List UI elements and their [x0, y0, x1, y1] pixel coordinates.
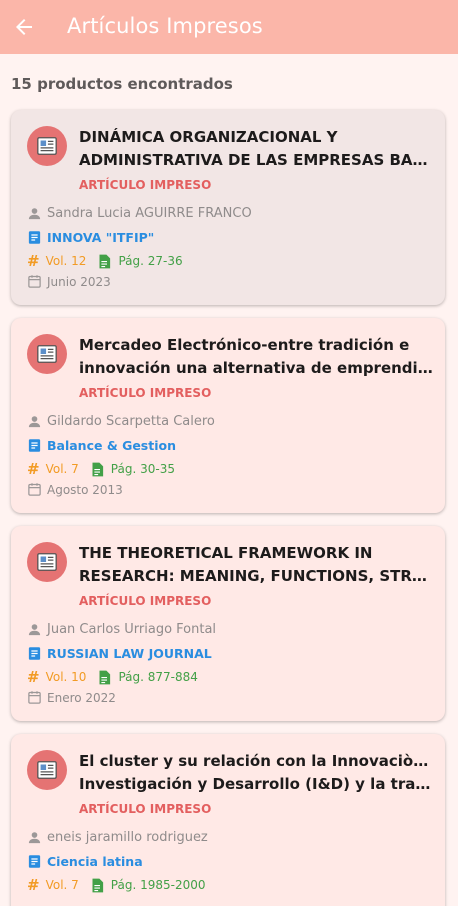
article-list: DINÁMICA ORGANIZACIONAL Y ADMINISTRATIVA…	[11, 110, 445, 906]
date-row: Enero 2022	[27, 690, 116, 705]
article-title: THE THEORETICAL FRAMEWORK IN RESEARCH: M…	[79, 542, 433, 588]
article-title-line1: Mercadeo Electrónico-entre tradición e	[79, 336, 410, 354]
volume: Vol. 10	[45, 670, 87, 684]
file-icon	[99, 254, 111, 268]
article-title-line2: Investigación y Desarrollo (I&D) y la tr…	[79, 775, 433, 793]
article-title: DINÁMICA ORGANIZACIONAL Y ADMINISTRATIVA…	[79, 126, 433, 172]
article-card[interactable]: Mercadeo Electrónico-entre tradición e i…	[11, 318, 445, 513]
file-icon	[92, 878, 103, 892]
article-title-line1: THE THEORETICAL FRAMEWORK IN	[79, 544, 373, 562]
person-icon	[28, 416, 41, 428]
document-icon	[28, 647, 41, 660]
pages: Pág. 877-884	[118, 670, 198, 684]
journal-name: Balance & Gestion	[47, 438, 176, 453]
volume-pages-row: # Vol. 10 Pág. 877-884	[27, 668, 198, 686]
journal-name: RUSSIAN LAW JOURNAL	[47, 646, 212, 661]
article-title-line1: El cluster y su relación con la Innovaci…	[79, 752, 433, 770]
document-icon	[28, 231, 41, 244]
document-icon	[28, 855, 41, 868]
newspaper-icon	[27, 334, 67, 374]
file-icon	[92, 462, 103, 476]
date: Junio 2023	[47, 274, 111, 289]
person-icon	[28, 832, 41, 844]
article-type: ARTÍCULO IMPRESO	[79, 178, 212, 192]
volume-pages-row: # Vol. 7 Pág. 30-35	[27, 460, 175, 478]
author-row: Gildardo Scarpetta Calero	[27, 414, 215, 429]
article-type: ARTÍCULO IMPRESO	[79, 594, 212, 608]
hash-icon: #	[27, 668, 40, 686]
author-row: Sandra Lucia AGUIRRE FRANCO	[27, 206, 252, 221]
page-title: Artículos Impresos	[67, 14, 263, 38]
date-row: Agosto 2013	[27, 482, 123, 497]
author-name: Juan Carlos Urriago Fontal	[47, 622, 217, 637]
results-count: 15 productos encontrados	[11, 75, 233, 93]
article-title-line2: ADMINISTRATIVA DE LAS EMPRESAS BAJO...	[79, 151, 433, 169]
journal-row: Balance & Gestion	[27, 438, 176, 453]
person-icon	[28, 208, 41, 220]
newspaper-icon	[27, 126, 67, 166]
article-title-line2: innovación una alternativa de emprendimi…	[79, 359, 433, 377]
hash-icon: #	[27, 876, 40, 894]
author-row: Juan Carlos Urriago Fontal	[27, 622, 216, 637]
journal-name: Ciencia latina	[47, 854, 143, 869]
volume: Vol. 7	[45, 462, 79, 476]
volume: Vol. 12	[45, 254, 87, 268]
calendar-icon	[28, 275, 41, 288]
article-type: ARTÍCULO IMPRESO	[79, 802, 212, 816]
article-title-line2: RESEARCH: MEANING, FUNCTIONS, STRUC...	[79, 567, 433, 585]
article-type: ARTÍCULO IMPRESO	[79, 386, 212, 400]
volume: Vol. 7	[45, 878, 79, 892]
person-icon	[28, 624, 41, 636]
back-arrow-icon[interactable]	[12, 15, 36, 39]
document-icon	[28, 439, 41, 452]
volume-pages-row: # Vol. 7 Pág. 1985-2000	[27, 876, 206, 894]
article-card[interactable]: DINÁMICA ORGANIZACIONAL Y ADMINISTRATIVA…	[11, 110, 445, 305]
calendar-icon	[28, 691, 41, 704]
date: Enero 2022	[47, 690, 116, 705]
app-bar: Artículos Impresos	[0, 0, 458, 54]
journal-name: INNOVA "ITFIP"	[47, 230, 155, 245]
article-card[interactable]: El cluster y su relación con la Innovaci…	[11, 734, 445, 906]
pages: Pág. 27-36	[118, 254, 183, 268]
journal-row: INNOVA "ITFIP"	[27, 230, 154, 245]
pages: Pág. 30-35	[110, 462, 175, 476]
article-title: El cluster y su relación con la Innovaci…	[79, 750, 433, 796]
article-card[interactable]: THE THEORETICAL FRAMEWORK IN RESEARCH: M…	[11, 526, 445, 721]
author-name: Gildardo Scarpetta Calero	[47, 414, 215, 429]
file-icon	[99, 670, 111, 684]
author-name: eneis jaramillo rodriguez	[47, 830, 208, 845]
author-row: eneis jaramillo rodriguez	[27, 830, 208, 845]
calendar-icon	[28, 483, 41, 496]
date: Agosto 2013	[47, 482, 123, 497]
article-title: Mercadeo Electrónico-entre tradición e i…	[79, 334, 433, 380]
pages: Pág. 1985-2000	[110, 878, 206, 892]
volume-pages-row: # Vol. 12 Pág. 27-36	[27, 252, 183, 270]
journal-row: Ciencia latina	[27, 854, 143, 869]
article-title-line1: DINÁMICA ORGANIZACIONAL Y	[79, 128, 338, 146]
hash-icon: #	[27, 252, 40, 270]
author-name: Sandra Lucia AGUIRRE FRANCO	[47, 206, 252, 221]
newspaper-icon	[27, 542, 67, 582]
journal-row: RUSSIAN LAW JOURNAL	[27, 646, 212, 661]
date-row: Junio 2023	[27, 274, 111, 289]
newspaper-icon	[27, 750, 67, 790]
hash-icon: #	[27, 460, 40, 478]
